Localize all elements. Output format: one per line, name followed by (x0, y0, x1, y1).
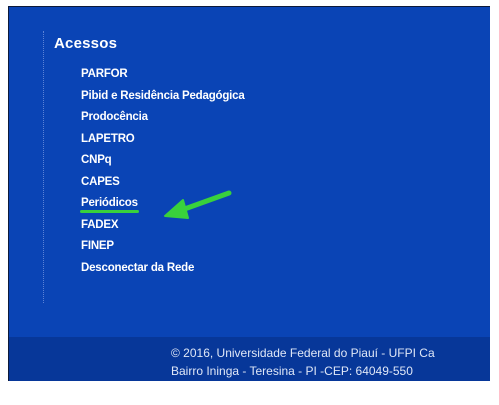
link-cnpq[interactable]: CNPq (81, 154, 112, 166)
link-lapetro[interactable]: LAPETRO (81, 133, 135, 145)
link-capes[interactable]: CAPES (81, 176, 120, 188)
accesses-section: Acessos PARFOR Pibid e Residência Pedagó… (43, 31, 474, 303)
link-pibid[interactable]: Pibid e Residência Pedagógica (81, 90, 245, 102)
section-title: Acessos (54, 35, 118, 52)
link-prodocencia[interactable]: Prodocência (81, 111, 148, 123)
footer-copyright: © 2016, Universidade Federal do Piauí - … (171, 346, 435, 360)
list-item: Pibid e Residência Pedagógica (81, 84, 245, 106)
list-item: FINEP (81, 234, 245, 256)
link-parfor[interactable]: PARFOR (81, 68, 128, 80)
list-item: CNPq (81, 148, 245, 170)
arrow-left-icon (164, 190, 232, 219)
list-item: Desconectar da Rede (81, 256, 245, 278)
page-frame: Acessos PARFOR Pibid e Residência Pedagó… (8, 6, 490, 381)
link-finep[interactable]: FINEP (81, 240, 114, 252)
list-item: Prodocência (81, 105, 245, 127)
link-desconectar[interactable]: Desconectar da Rede (81, 262, 194, 274)
link-fadex[interactable]: FADEX (81, 219, 119, 231)
link-periodicos[interactable]: Periódicos (81, 197, 138, 209)
access-links-list: PARFOR Pibid e Residência Pedagógica Pro… (81, 62, 245, 277)
footer: © 2016, Universidade Federal do Piauí - … (9, 337, 490, 381)
list-item: LAPETRO (81, 127, 245, 149)
footer-address: Bairro Ininga - Teresina - PI -CEP: 6404… (171, 364, 413, 378)
list-item: PARFOR (81, 62, 245, 84)
